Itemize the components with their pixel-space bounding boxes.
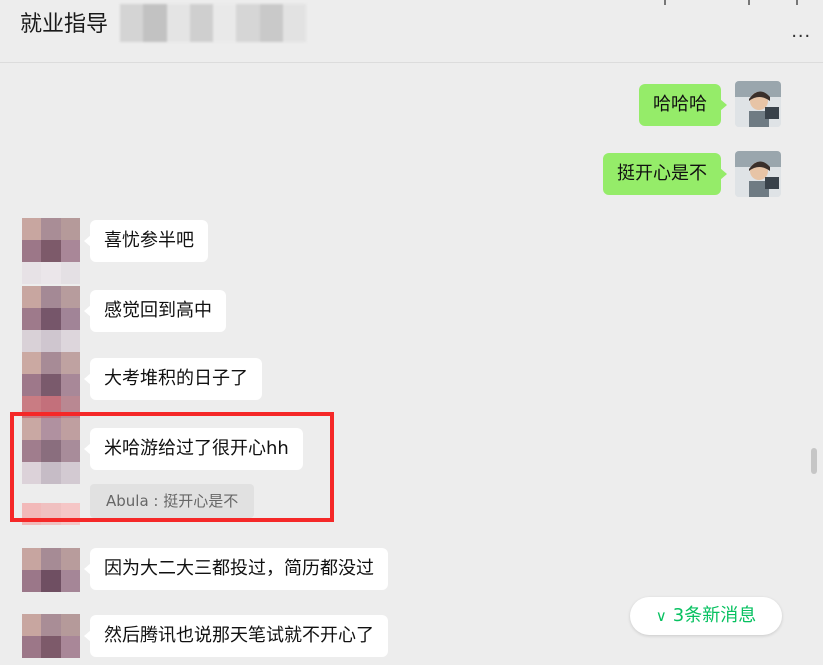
message-bubble-other[interactable]: 然后腾讯也说那天笔试就不开心了 xyxy=(84,615,388,657)
title-mosaic xyxy=(120,4,306,42)
avatar[interactable] xyxy=(22,352,80,418)
scrollbar[interactable] xyxy=(811,448,817,474)
avatar[interactable] xyxy=(22,548,80,592)
chat-title: 就业指导 xyxy=(20,12,109,37)
message-bubble-other[interactable]: 感觉回到高中 xyxy=(84,290,226,332)
avatar[interactable] xyxy=(22,218,80,284)
message-bubble-other[interactable]: 因为大二大三都投过，简历都没过 xyxy=(84,548,388,590)
new-messages-label: 3条新消息 xyxy=(672,605,757,626)
chevron-double-down-icon: ∨ xyxy=(655,607,667,625)
message-bubble-other[interactable]: 喜忧参半吧 xyxy=(84,220,208,262)
avatar[interactable] xyxy=(22,614,80,658)
new-messages-button[interactable]: ∨ 3条新消息 xyxy=(630,597,782,635)
chat-header: 就业指导 ... xyxy=(0,0,823,63)
highlight-box xyxy=(10,412,334,522)
message-bubble-other[interactable]: 大考堆积的日子了 xyxy=(84,358,262,400)
avatar[interactable] xyxy=(735,151,781,197)
avatar[interactable] xyxy=(735,81,781,127)
message-bubble-self[interactable]: 哈哈哈 xyxy=(639,84,727,126)
message-bubble-self[interactable]: 挺开心是不 xyxy=(603,153,727,195)
avatar[interactable] xyxy=(22,286,80,352)
more-icon[interactable]: ... xyxy=(791,20,811,43)
title-bar-edge xyxy=(660,0,800,5)
